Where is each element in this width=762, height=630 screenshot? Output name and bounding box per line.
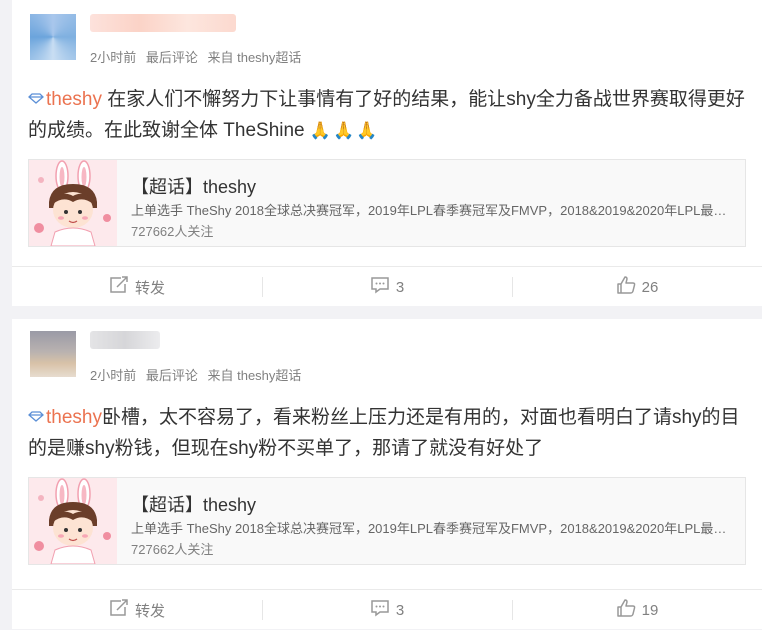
post-source[interactable]: 来自 theshy超话 (208, 50, 302, 65)
action-bar: 转发 3 26 (12, 266, 762, 307)
topic-title[interactable]: 【超话】theshy (131, 491, 256, 517)
post-meta: 2小时前 最后评论 来自 theshy超话 (90, 47, 307, 66)
avatar[interactable] (30, 14, 76, 60)
comment-button[interactable]: 3 (262, 590, 512, 630)
post-body: 在家人们不懈努力下让事情有了好的结果，能让shy全力备战世界赛取得更好的成绩。在… (28, 89, 745, 141)
repost-icon (109, 599, 129, 621)
topic-followers: 727662人关注 (131, 542, 214, 557)
pray-emoji: 🙏🙏🙏 (309, 121, 380, 140)
mention-link[interactable]: theshy (46, 407, 102, 428)
like-icon (616, 275, 636, 299)
post-source[interactable]: 来自 theshy超话 (208, 368, 302, 383)
topic-description: 上单选手 TheShy 2018全球总决赛冠军，2019年LPL春季赛冠军及FM… (131, 521, 737, 536)
post-meta: 2小时前 最后评论 来自 theshy超话 (90, 365, 307, 384)
post-body: 卧槽，太不容易了，看来粉丝上压力还是有用的，对面也看明白了请shy的目的是赚sh… (28, 407, 740, 459)
diamond-icon (28, 411, 44, 422)
avatar[interactable] (30, 331, 76, 377)
post-text: theshy 在家人们不懈努力下让事情有了好的结果，能让shy全力备战世界赛取得… (28, 84, 750, 146)
topic-card[interactable]: 【超话】theshy 上单选手 TheShy 2018全球总决赛冠军，2019年… (28, 159, 746, 247)
comment-count: 3 (395, 601, 405, 619)
repost-button[interactable]: 转发 (12, 267, 262, 307)
sort-label: 最后评论 (145, 368, 198, 383)
topic-cover-image (29, 160, 117, 246)
like-button[interactable]: 26 (512, 267, 762, 307)
post-time[interactable]: 2小时前 (90, 368, 136, 383)
like-icon (616, 598, 636, 622)
like-button[interactable]: 19 (512, 590, 762, 630)
mention-link[interactable]: theshy (46, 89, 102, 110)
repost-label: 转发 (134, 602, 165, 620)
topic-card[interactable]: 【超话】theshy 上单选手 TheShy 2018全球总决赛冠军，2019年… (28, 477, 746, 565)
repost-button[interactable]: 转发 (12, 590, 262, 630)
sort-label: 最后评论 (145, 50, 198, 65)
topic-description: 上单选手 TheShy 2018全球总决赛冠军，2019年LPL春季赛冠军及FM… (131, 203, 737, 218)
comment-button[interactable]: 3 (262, 267, 512, 307)
comment-count: 3 (395, 278, 405, 296)
post-time[interactable]: 2小时前 (90, 50, 136, 65)
like-count: 19 (641, 601, 659, 619)
topic-cover-image (29, 478, 117, 564)
post-card: 2小时前 最后评论 来自 theshy超话 theshy卧槽，太不容易了，看来粉… (12, 319, 762, 629)
comment-icon (370, 276, 390, 298)
post-text: theshy卧槽，太不容易了，看来粉丝上压力还是有用的，对面也看明白了请shy的… (28, 402, 750, 464)
username-blurred[interactable] (90, 14, 236, 32)
action-bar: 转发 3 19 (12, 589, 762, 630)
post-card: 2小时前 最后评论 来自 theshy超话 theshy 在家人们不懈努力下让事… (12, 0, 762, 306)
topic-title[interactable]: 【超话】theshy (131, 173, 256, 199)
like-count: 26 (641, 278, 659, 296)
repost-label: 转发 (134, 279, 165, 297)
comment-icon (370, 599, 390, 621)
diamond-icon (28, 93, 44, 104)
username-blurred[interactable] (90, 331, 160, 349)
repost-icon (109, 276, 129, 298)
topic-followers: 727662人关注 (131, 224, 214, 239)
